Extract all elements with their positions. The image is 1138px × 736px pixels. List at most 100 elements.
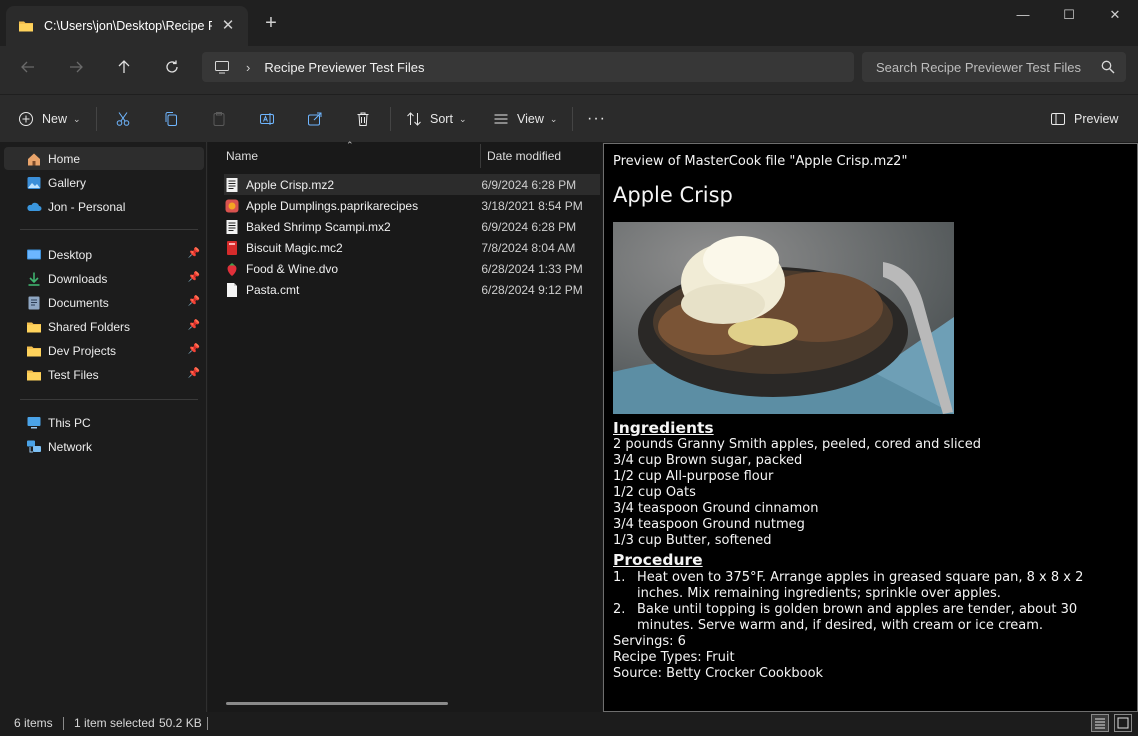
file-date: 3/18/2021 8:54 PM xyxy=(481,198,583,213)
rename-icon xyxy=(260,113,274,125)
ingredients-heading: Ingredients xyxy=(613,419,714,437)
sidebar-item-label: Network xyxy=(48,439,93,454)
step-text: Heat oven to 375°F. Arrange apples in gr… xyxy=(637,570,1084,601)
preview-pane-button[interactable]: Preview xyxy=(1050,105,1118,133)
sidebar-item-label: Documents xyxy=(48,295,109,310)
ingredient-line: 3/4 teaspoon Ground cinnamon xyxy=(613,501,819,516)
file-row[interactable]: Apple Crisp.mz2 6/9/2024 6:28 PM xyxy=(224,174,600,195)
details-view-button[interactable] xyxy=(1091,714,1109,732)
maximize-button[interactable]: ☐ xyxy=(1046,0,1092,32)
sidebar-item-home[interactable]: Home xyxy=(4,147,204,170)
column-header-date[interactable]: Date modified xyxy=(487,142,561,170)
refresh-button[interactable] xyxy=(156,54,188,86)
paste-button[interactable] xyxy=(211,105,227,133)
scissors-icon xyxy=(116,112,130,126)
close-window-button[interactable]: ✕ xyxy=(1092,0,1138,32)
pin-icon[interactable]: 📌 xyxy=(188,248,200,259)
cut-button[interactable] xyxy=(115,105,131,133)
strawberry-icon xyxy=(224,261,240,277)
copy-icon xyxy=(165,112,177,126)
sort-icon xyxy=(407,112,421,126)
pin-icon[interactable]: 📌 xyxy=(188,320,200,331)
sidebar-item-documents[interactable]: Documents 📌 xyxy=(4,291,204,314)
minimize-button[interactable]: — xyxy=(1000,0,1046,32)
clipboard-icon xyxy=(213,112,225,126)
file-row[interactable]: Baked Shrimp Scampi.mx2 6/9/2024 6:28 PM xyxy=(224,216,600,237)
status-bar: 6 items 1 item selected 50.2 KB xyxy=(0,712,1138,736)
search-box[interactable] xyxy=(862,52,1126,82)
item-count: 6 items xyxy=(14,716,53,730)
download-icon xyxy=(26,271,42,287)
sidebar-item-label: Home xyxy=(48,151,81,166)
chevron-right-icon[interactable]: › xyxy=(246,60,250,75)
refresh-icon xyxy=(166,60,178,73)
address-bar[interactable]: › Recipe Previewer Test Files xyxy=(202,52,854,82)
more-options-button[interactable]: ··· xyxy=(587,105,606,133)
new-tab-button[interactable]: + xyxy=(260,12,282,34)
sidebar-item-this-pc[interactable]: This PC xyxy=(4,411,204,434)
rename-button[interactable] xyxy=(259,105,275,133)
new-button[interactable]: New ⌄ xyxy=(18,105,81,133)
network-icon xyxy=(26,439,42,455)
copy-button[interactable] xyxy=(163,105,179,133)
divider xyxy=(20,229,198,230)
step-text: Bake until topping is golden brown and a… xyxy=(637,602,1078,633)
computer-icon xyxy=(26,415,42,431)
forward-button[interactable] xyxy=(60,54,92,86)
pin-icon[interactable]: 📌 xyxy=(188,368,200,379)
ingredient-line: 3/4 teaspoon Ground nutmeg xyxy=(613,517,805,532)
file-name: Biscuit Magic.mc2 xyxy=(246,240,343,255)
file-row[interactable]: Apple Dumplings.paprikarecipes 3/18/2021… xyxy=(224,195,600,216)
arrow-right-icon xyxy=(70,61,83,73)
up-button[interactable] xyxy=(108,54,140,86)
sidebar-item-downloads[interactable]: Downloads 📌 xyxy=(4,267,204,290)
back-button[interactable] xyxy=(12,54,44,86)
horizontal-scrollbar[interactable] xyxy=(226,702,448,705)
sidebar-item-shared-folders[interactable]: Shared Folders 📌 xyxy=(4,315,204,338)
close-tab-button[interactable]: ✕ xyxy=(218,16,238,36)
delete-button[interactable] xyxy=(355,105,371,133)
file-name: Food & Wine.dvo xyxy=(246,261,339,276)
pin-icon[interactable]: 📌 xyxy=(188,272,200,283)
desktop-icon xyxy=(26,247,42,263)
file-row[interactable]: Biscuit Magic.mc2 7/8/2024 8:04 AM xyxy=(224,237,600,258)
file-date: 6/9/2024 6:28 PM xyxy=(481,177,577,192)
procedure-heading: Procedure xyxy=(613,551,703,569)
share-button[interactable] xyxy=(307,105,323,133)
file-name: Apple Dumplings.paprikarecipes xyxy=(246,198,419,213)
address-row: › Recipe Previewer Test Files xyxy=(0,46,1138,94)
procedure-list: 1. Heat oven to 375°F. Arrange apples in… xyxy=(613,570,1128,634)
sidebar-item-network[interactable]: Network xyxy=(4,435,204,458)
view-button[interactable]: View ⌄ xyxy=(493,105,557,133)
onedrive-icon xyxy=(26,199,42,215)
explorer-tab[interactable]: C:\Users\jon\Desktop\Recipe Previewer Te… xyxy=(6,6,248,46)
sidebar-item-desktop[interactable]: Desktop 📌 xyxy=(4,243,204,266)
sidebar-item-test-files[interactable]: Test Files 📌 xyxy=(4,363,204,386)
sort-button[interactable]: Sort ⌄ xyxy=(406,105,466,133)
sidebar-item-onedrive[interactable]: Jon - Personal xyxy=(4,195,204,218)
sidebar-item-dev-projects[interactable]: Dev Projects 📌 xyxy=(4,339,204,362)
ingredient-line: 1/3 cup Butter, softened xyxy=(613,533,772,548)
preview-pane: Preview of MasterCook file "Apple Crisp.… xyxy=(603,143,1138,712)
breadcrumb[interactable]: Recipe Previewer Test Files xyxy=(264,60,424,75)
search-icon[interactable] xyxy=(1100,59,1116,75)
file-row[interactable]: Food & Wine.dvo 6/28/2024 1:33 PM xyxy=(224,258,600,279)
list-view-icon xyxy=(494,114,508,124)
column-header-name[interactable]: Name xyxy=(226,142,258,170)
file-row[interactable]: Pasta.cmt 6/28/2024 9:12 PM xyxy=(224,279,600,300)
file-list: ⌃ Name Date modified Apple Crisp.mz2 6/9… xyxy=(208,140,602,712)
sort-ascending-icon: ⌃ xyxy=(346,140,354,150)
column-divider[interactable] xyxy=(480,144,481,168)
search-input[interactable] xyxy=(876,59,1086,75)
sidebar-item-label: Shared Folders xyxy=(48,319,131,334)
ingredient-line: 3/4 cup Brown sugar, packed xyxy=(613,453,803,468)
sidebar-item-gallery[interactable]: Gallery xyxy=(4,171,204,194)
pin-icon[interactable]: 📌 xyxy=(188,344,200,355)
ingredient-line: 1/2 cup Oats xyxy=(613,485,696,500)
paprika-file-icon xyxy=(224,198,240,214)
pin-icon[interactable]: 📌 xyxy=(188,296,200,307)
chevron-down-icon: ⌄ xyxy=(458,113,467,124)
tiles-view-button[interactable] xyxy=(1114,714,1132,732)
chevron-down-icon: ⌄ xyxy=(549,113,558,124)
preview-caption: Preview of MasterCook file "Apple Crisp.… xyxy=(613,154,908,169)
